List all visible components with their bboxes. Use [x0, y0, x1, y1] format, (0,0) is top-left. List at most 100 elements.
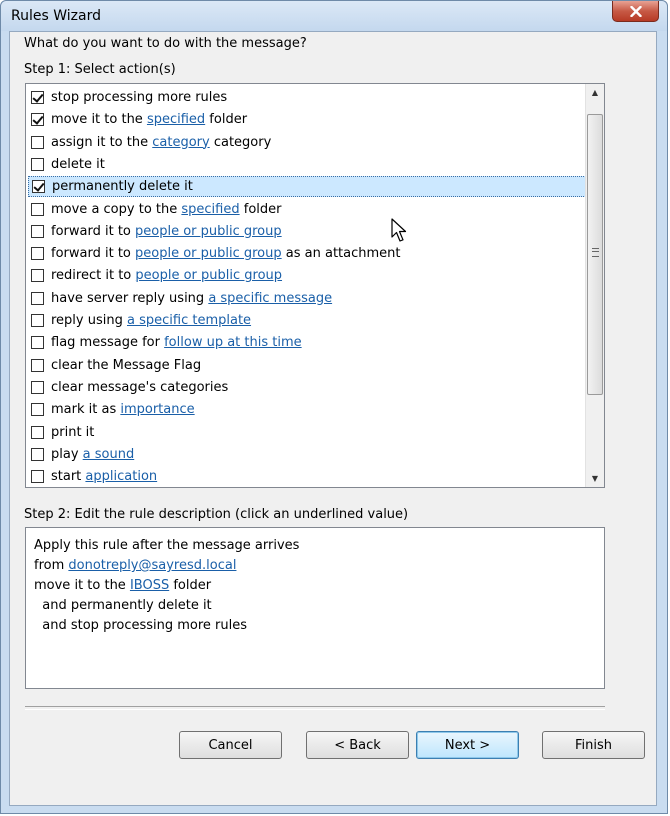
action-text: mark it as: [51, 402, 121, 418]
description-link[interactable]: IBOSS: [130, 578, 169, 593]
action-label: assign it to the category category: [51, 135, 271, 150]
action-label: delete it: [51, 157, 105, 172]
mouse-pointer-icon: [391, 218, 407, 242]
action-link[interactable]: category: [152, 135, 209, 150]
checkbox[interactable]: [31, 358, 44, 372]
checkbox[interactable]: [31, 314, 44, 327]
checkbox[interactable]: [31, 425, 44, 439]
action-row[interactable]: clear the Message Flag: [28, 355, 604, 376]
description-line: and stop processing more rules: [34, 616, 596, 636]
checkbox[interactable]: [31, 336, 44, 350]
action-row[interactable]: permanently delete it: [28, 176, 604, 198]
scroll-up-arrow-icon[interactable]: ▲: [586, 84, 604, 101]
action-row[interactable]: redirect it to people or public group: [28, 265, 604, 286]
action-row[interactable]: move a copy to the specified folder: [28, 199, 604, 220]
checkbox-checked[interactable]: [32, 180, 45, 194]
action-link[interactable]: a sound: [83, 447, 135, 462]
action-row[interactable]: reply using a specific template: [28, 310, 604, 331]
action-link[interactable]: people or public group: [135, 268, 282, 283]
checkbox[interactable]: [31, 224, 44, 238]
scroll-thumb[interactable]: [587, 114, 603, 395]
action-label: clear the Message Flag: [51, 358, 201, 373]
checkbox-checked[interactable]: [31, 113, 44, 127]
action-row[interactable]: forward it to people or public group as …: [28, 243, 604, 264]
checkbox[interactable]: [31, 269, 44, 283]
separator-line: [25, 706, 605, 710]
checkbox-checked[interactable]: [31, 91, 44, 104]
action-text: play: [51, 446, 83, 462]
action-label: print it: [51, 425, 94, 440]
action-text: reply using: [51, 313, 127, 328]
action-link[interactable]: specified: [147, 112, 205, 127]
action-label: forward it to people or public group: [51, 224, 282, 239]
action-label: permanently delete it: [52, 179, 193, 194]
description-text: and stop processing more rules: [34, 618, 248, 633]
action-label: reply using a specific template: [51, 313, 251, 328]
action-link[interactable]: people or public group: [135, 246, 282, 261]
action-link[interactable]: a specific message: [208, 291, 332, 306]
action-text: permanently delete it: [52, 179, 193, 195]
action-row[interactable]: play a sound: [28, 444, 604, 465]
checkbox[interactable]: [31, 291, 44, 305]
action-link[interactable]: a specific template: [127, 313, 251, 328]
action-link[interactable]: application: [85, 469, 157, 484]
action-link[interactable]: specified: [181, 202, 239, 217]
question-label: What do you want to do with the message?: [24, 36, 307, 51]
action-row[interactable]: start application: [28, 466, 604, 487]
checkbox[interactable]: [31, 247, 44, 261]
action-text: print it: [51, 424, 95, 440]
action-link[interactable]: importance: [120, 402, 194, 417]
description-line: and permanently delete it: [34, 596, 596, 616]
action-label: forward it to people or public group as …: [51, 246, 401, 261]
checkbox[interactable]: [31, 403, 44, 417]
next-button[interactable]: Next >: [416, 731, 519, 759]
step2-label: Step 2: Edit the rule description (click…: [24, 507, 409, 522]
action-label: clear message's categories: [51, 380, 228, 395]
checkbox[interactable]: [31, 470, 44, 484]
checkbox[interactable]: [31, 447, 44, 461]
action-row[interactable]: stop processing more rules: [28, 87, 604, 108]
action-row[interactable]: have server reply using a specific messa…: [28, 288, 604, 309]
description-link[interactable]: donotreply@sayresd.local: [68, 558, 236, 573]
action-label: redirect it to people or public group: [51, 268, 282, 283]
scroll-grip-icon: [592, 248, 599, 257]
action-text: move a copy to the: [51, 201, 182, 217]
action-row[interactable]: assign it to the category category: [28, 132, 604, 153]
action-row[interactable]: forward it to people or public group: [28, 221, 604, 242]
action-text: have server reply using: [51, 290, 209, 306]
action-link[interactable]: people or public group: [135, 224, 282, 239]
close-button[interactable]: [612, 1, 659, 22]
action-row[interactable]: flag message for follow up at this time: [28, 332, 604, 353]
description-line: move it to the IBOSS folder: [34, 576, 596, 596]
title-bar[interactable]: Rules Wizard: [1, 1, 667, 31]
action-text: category: [209, 134, 272, 150]
description-text: Apply this rule after the message arrive…: [34, 538, 300, 553]
action-row[interactable]: clear message's categories: [28, 377, 604, 398]
action-text: folder: [205, 112, 248, 128]
action-row[interactable]: delete it: [28, 154, 604, 175]
checkbox[interactable]: [31, 202, 44, 216]
action-row[interactable]: move it to the specified folder: [28, 109, 604, 130]
checkbox[interactable]: [31, 380, 44, 394]
action-text: forward it to: [51, 246, 135, 262]
checkbox[interactable]: [31, 157, 44, 171]
step1-label: Step 1: Select action(s): [24, 62, 176, 77]
action-text: folder: [239, 201, 282, 217]
finish-button[interactable]: Finish: [542, 731, 645, 759]
description-text: folder: [169, 578, 212, 593]
action-label: start application: [51, 469, 157, 484]
action-link[interactable]: follow up at this time: [164, 335, 302, 350]
action-text: assign it to the: [51, 134, 153, 150]
action-row[interactable]: mark it as importance: [28, 399, 604, 420]
action-row[interactable]: print it: [28, 422, 604, 443]
actions-scrollbar[interactable]: ▲ ▼: [585, 84, 604, 487]
action-label: stop processing more rules: [51, 90, 227, 105]
window-title: Rules Wizard: [11, 8, 101, 24]
scroll-down-arrow-icon[interactable]: ▼: [586, 470, 604, 487]
action-label: flag message for follow up at this time: [51, 335, 302, 350]
cancel-button[interactable]: Cancel: [179, 731, 282, 759]
back-button[interactable]: < Back: [306, 731, 409, 759]
action-label: have server reply using a specific messa…: [51, 291, 332, 306]
actions-listbox[interactable]: start application play a sound print it mar…: [25, 83, 605, 488]
checkbox[interactable]: [31, 135, 44, 149]
